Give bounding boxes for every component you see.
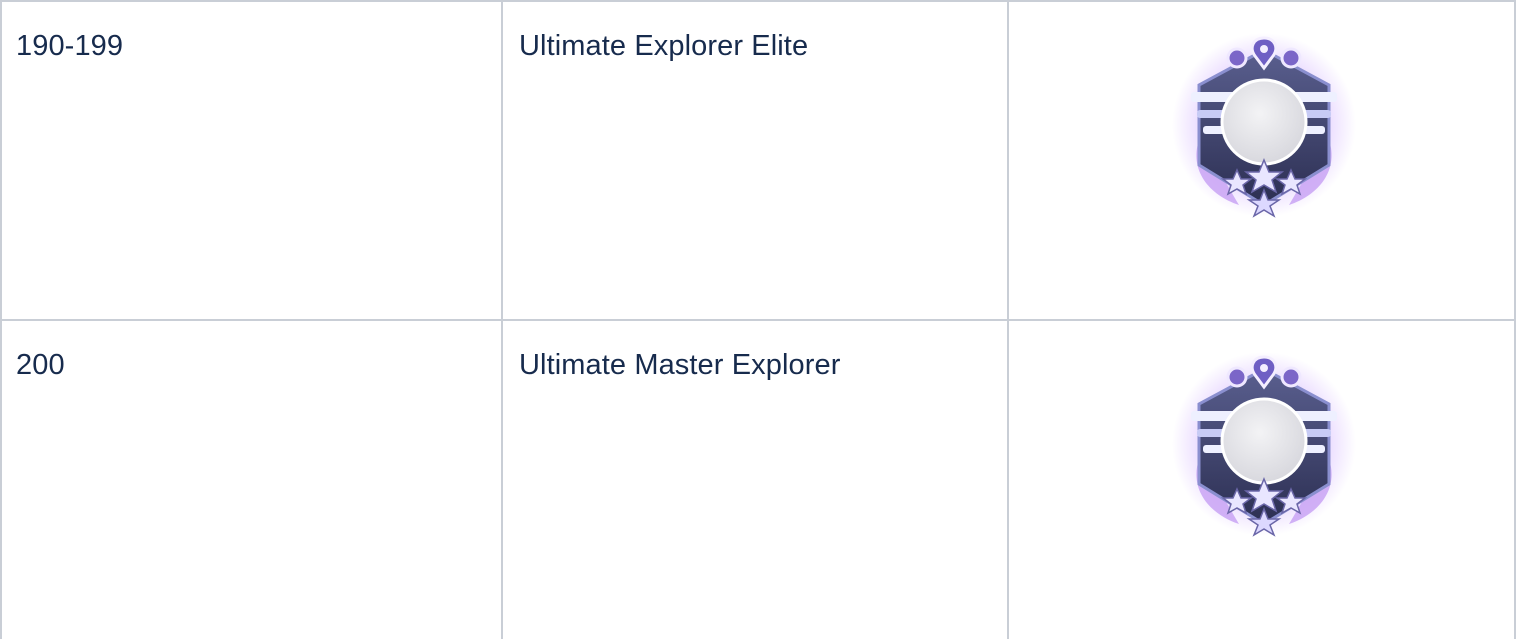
- table-row: 200 Ultimate Master Explorer: [0, 319, 1516, 639]
- level-range: 200: [16, 349, 65, 381]
- explorer-badge-icon: [1169, 349, 1359, 549]
- badge-cell: [1009, 319, 1516, 639]
- table-row: 190-199 Ultimate Explorer Elite: [0, 0, 1516, 319]
- level-cell: 190-199: [0, 0, 503, 319]
- level-range: 190-199: [16, 30, 124, 62]
- explorer-badge-icon: [1169, 30, 1359, 230]
- level-title: Ultimate Explorer Elite: [519, 30, 809, 62]
- level-table: 190-199 Ultimate Explorer Elite 200 Ulti…: [0, 0, 1516, 639]
- title-cell: Ultimate Master Explorer: [503, 319, 1009, 639]
- title-cell: Ultimate Explorer Elite: [503, 0, 1009, 319]
- level-cell: 200: [0, 319, 503, 639]
- badge-cell: [1009, 0, 1516, 319]
- level-title: Ultimate Master Explorer: [519, 349, 841, 381]
